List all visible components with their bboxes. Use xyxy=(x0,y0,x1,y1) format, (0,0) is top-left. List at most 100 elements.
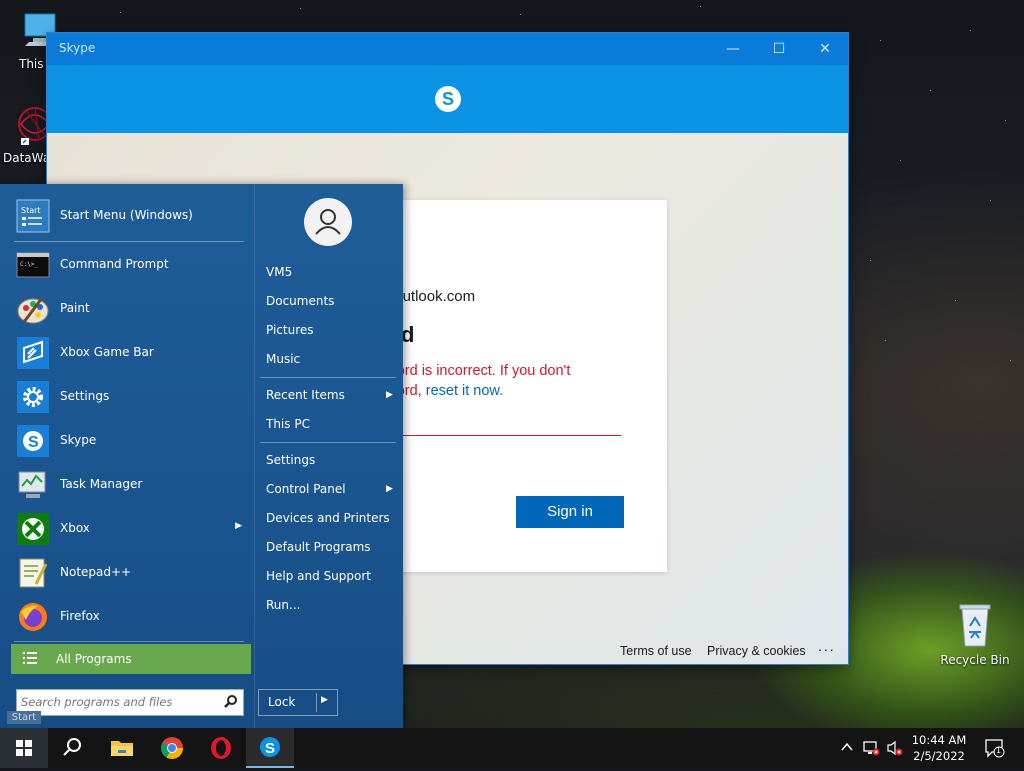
separator xyxy=(316,693,317,712)
taskbar: S 10:44 AM 2/5/2022 1 xyxy=(0,728,1024,768)
chrome-icon xyxy=(161,737,183,759)
file-explorer-icon xyxy=(111,741,133,756)
more-options-button[interactable]: ... xyxy=(818,638,836,654)
signin-card: @outlook.com ord sword is incorrect. If … xyxy=(379,200,667,572)
svg-text:Start: Start xyxy=(21,206,41,215)
svg-text:S: S xyxy=(265,740,275,757)
volume-muted-icon xyxy=(887,740,903,756)
start-button[interactable] xyxy=(0,728,48,768)
submenu-arrow-icon: ▶ xyxy=(386,484,393,494)
right-link-settings[interactable]: Settings xyxy=(266,453,315,467)
clock-time: 10:44 AM xyxy=(911,733,967,747)
xbox-icon xyxy=(16,512,50,546)
password-error-message: sword is incorrect. If you don't sword, … xyxy=(379,361,619,401)
svg-text:C:\>_: C:\>_ xyxy=(20,261,38,268)
program-label: Xbox Game Bar xyxy=(60,345,154,359)
program-item-settings[interactable]: Settings xyxy=(10,377,246,417)
separator xyxy=(14,241,244,242)
taskbar-chrome[interactable] xyxy=(148,728,196,768)
notepadpp-icon xyxy=(16,556,50,590)
program-label: Settings xyxy=(60,389,110,403)
windows-logo-icon xyxy=(16,740,32,756)
program-item-xbox[interactable]: Xbox ▶ xyxy=(10,509,246,549)
power-options-arrow-icon[interactable]: ▶ xyxy=(321,695,328,705)
program-label: Task Manager xyxy=(60,477,143,491)
settings-gear-icon xyxy=(16,380,50,414)
program-item-start-menu[interactable]: Start Start Menu (Windows) xyxy=(10,196,246,236)
program-label: Notepad++ xyxy=(60,565,132,579)
right-link-user[interactable]: VM5 xyxy=(266,265,292,279)
search-input[interactable] xyxy=(21,693,217,710)
right-link-run[interactable]: Run... xyxy=(266,598,300,612)
desktop-icon-recycle-bin[interactable]: Recycle Bin xyxy=(940,602,1010,667)
program-label: Firefox xyxy=(60,609,100,623)
maximize-button[interactable]: ☐ xyxy=(756,33,802,65)
right-link-control-panel[interactable]: Control Panel ▶ xyxy=(266,482,398,496)
search-icon[interactable] xyxy=(224,694,238,711)
reset-password-link[interactable]: reset it now. xyxy=(426,383,503,399)
notification-count: 1 xyxy=(996,746,1002,755)
action-center-button[interactable]: 1 xyxy=(984,738,1006,761)
desktop-icon-label: This PC xyxy=(19,57,47,71)
sign-in-button[interactable]: Sign in xyxy=(516,496,624,528)
submenu-arrow-icon: ▶ xyxy=(235,521,242,531)
all-programs-label: All Programs xyxy=(56,652,132,666)
user-avatar[interactable] xyxy=(304,198,352,246)
notification-icon xyxy=(985,739,1005,758)
recycle-bin-icon xyxy=(940,602,1010,651)
desktop-icon-label: Recycle Bin xyxy=(940,653,1010,667)
start-search-box[interactable] xyxy=(16,689,244,716)
right-link-help-support[interactable]: Help and Support xyxy=(266,569,371,583)
program-label: Paint xyxy=(60,301,90,315)
program-item-paint[interactable]: Paint xyxy=(10,289,246,329)
right-link-devices-printers[interactable]: Devices and Printers xyxy=(266,511,390,525)
xbox-game-bar-icon xyxy=(16,336,50,370)
desktop-icon-label: DataWag xyxy=(3,151,49,165)
taskbar-skype[interactable]: S xyxy=(246,728,294,768)
network-tray-button[interactable] xyxy=(862,740,880,759)
separator xyxy=(260,442,396,443)
right-link-default-programs[interactable]: Default Programs xyxy=(266,540,371,554)
window-titlebar[interactable]: Skype — ☐ ✕ xyxy=(47,33,848,65)
show-hidden-icons-button[interactable] xyxy=(840,740,854,757)
paint-icon xyxy=(16,292,50,326)
minimize-button[interactable]: — xyxy=(710,33,756,65)
right-link-this-pc[interactable]: This PC xyxy=(266,417,310,431)
program-item-command-prompt[interactable]: C:\>_ Command Prompt xyxy=(10,245,246,285)
right-link-music[interactable]: Music xyxy=(266,352,300,366)
clock-date: 2/5/2022 xyxy=(913,749,965,763)
program-item-firefox[interactable]: Firefox xyxy=(10,597,246,637)
program-label: Skype xyxy=(60,433,97,447)
list-icon xyxy=(23,651,37,668)
taskbar-clock[interactable]: 10:44 AM 2/5/2022 xyxy=(906,732,972,764)
chevron-up-icon xyxy=(841,742,853,751)
program-item-skype[interactable]: S Skype xyxy=(10,421,246,461)
taskbar-opera[interactable] xyxy=(197,728,245,768)
firefox-icon xyxy=(16,600,50,634)
search-icon xyxy=(63,738,81,756)
separator xyxy=(14,641,244,642)
column-divider xyxy=(254,184,255,728)
start-menu: Start Start Menu (Windows) C:\>_ Command… xyxy=(0,184,403,728)
program-item-xbox-game-bar[interactable]: Xbox Game Bar xyxy=(10,333,246,373)
password-input[interactable] xyxy=(379,435,621,436)
taskbar-file-explorer[interactable] xyxy=(98,728,146,768)
lock-label: Lock xyxy=(268,695,296,709)
right-link-pictures[interactable]: Pictures xyxy=(266,323,314,337)
submenu-arrow-icon: ▶ xyxy=(386,390,393,400)
svg-text:S: S xyxy=(28,434,39,451)
program-item-notepadpp[interactable]: Notepad++ xyxy=(10,553,246,593)
privacy-cookies-link[interactable]: Privacy & cookies xyxy=(707,644,806,658)
taskbar-search-button[interactable] xyxy=(48,728,96,768)
close-button[interactable]: ✕ xyxy=(802,33,848,65)
terms-of-use-link[interactable]: Terms of use xyxy=(620,644,692,658)
skype-logo-icon: S xyxy=(435,86,461,112)
user-icon xyxy=(315,209,341,235)
right-link-documents[interactable]: Documents xyxy=(266,294,334,308)
all-programs-button[interactable]: All Programs xyxy=(11,644,251,674)
right-link-recent-items[interactable]: Recent Items ▶ xyxy=(266,388,398,402)
skype-icon: S xyxy=(260,737,280,757)
program-item-task-manager[interactable]: Task Manager xyxy=(10,465,246,505)
volume-tray-button[interactable] xyxy=(886,740,904,759)
lock-button[interactable]: Lock ▶ xyxy=(258,689,338,716)
